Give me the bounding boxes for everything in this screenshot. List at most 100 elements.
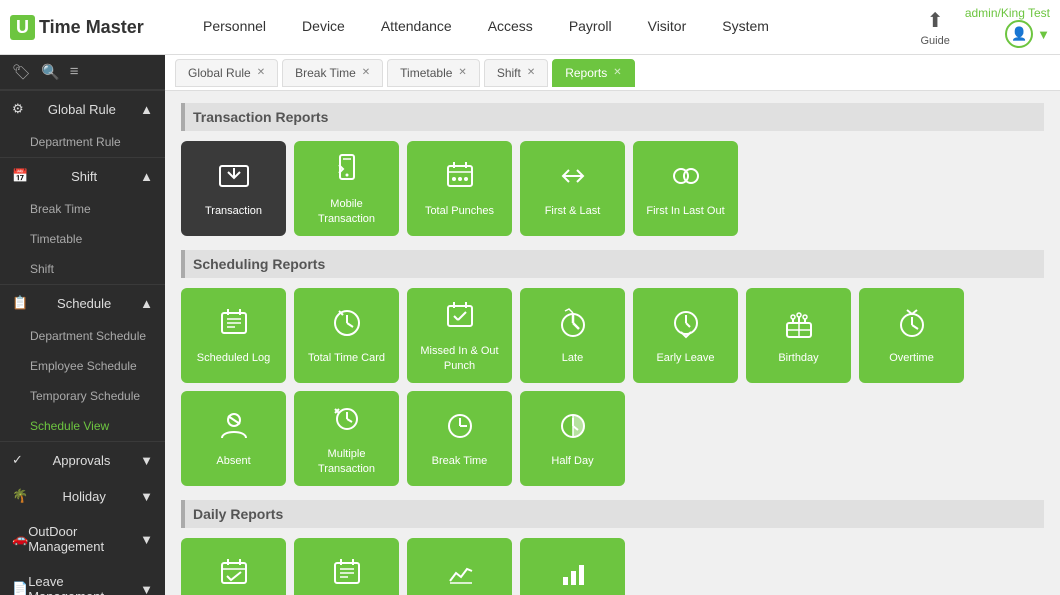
card-label-mobile-transaction: Mobile Transaction	[302, 197, 391, 226]
sidebar-section-schedule[interactable]: 📋 Schedule ▲	[0, 285, 165, 321]
sidebar-label-approvals: Approvals	[53, 453, 111, 468]
top-navigation: U Time Master Personnel Device Attendanc…	[0, 0, 1060, 55]
card-daily-attendance[interactable]: Daily Attendance	[181, 538, 286, 595]
tab-label-break-time: Break Time	[295, 66, 356, 80]
holiday-icon: 🌴	[12, 488, 28, 504]
tab-close-global-rule[interactable]: ✕	[257, 67, 265, 78]
card-late[interactable]: Late	[520, 288, 625, 383]
card-daily-summary[interactable]: Daily Summary	[407, 538, 512, 595]
nav-access[interactable]: Access	[470, 0, 551, 55]
nav-visitor[interactable]: Visitor	[630, 0, 705, 55]
app-logo[interactable]: U Time Master	[10, 15, 165, 40]
card-total-punches[interactable]: Total Punches	[407, 141, 512, 236]
card-early-leave[interactable]: Early Leave	[633, 288, 738, 383]
sidebar-section-outdoor[interactable]: 🚗 OutDoor Management ▼	[0, 514, 165, 564]
nav-payroll[interactable]: Payroll	[551, 0, 630, 55]
sidebar-item-schedule-view[interactable]: Schedule View	[0, 411, 165, 441]
sidebar-item-temporary-schedule[interactable]: Temporary Schedule	[0, 381, 165, 411]
tab-break-time[interactable]: Break Time ✕	[282, 59, 383, 87]
chevron-icon-schedule: ▲	[140, 296, 153, 311]
half-day-icon	[555, 408, 591, 448]
chevron-icon-outdoor: ▼	[140, 532, 153, 547]
scheduled-log-icon	[216, 305, 252, 345]
card-label-missed-in-out: Missed In & Out Punch	[415, 344, 504, 373]
sidebar-item-department-schedule[interactable]: Department Schedule	[0, 321, 165, 351]
sidebar-item-department-rule[interactable]: Department Rule	[0, 127, 165, 157]
card-absent[interactable]: Absent	[181, 391, 286, 486]
main-content: Global Rule ✕ Break Time ✕ Timetable ✕ S…	[165, 55, 1060, 595]
nav-attendance[interactable]: Attendance	[363, 0, 470, 55]
user-controls: 👤 ▼	[1005, 20, 1050, 48]
sidebar-section-global-rule[interactable]: ⚙ Global Rule ▲	[0, 91, 165, 127]
sidebar-label-schedule: Schedule	[57, 296, 111, 311]
nav-device[interactable]: Device	[284, 0, 363, 55]
early-leave-icon	[668, 305, 704, 345]
main-nav: Personnel Device Attendance Access Payro…	[185, 0, 920, 55]
card-birthday[interactable]: Birthday	[746, 288, 851, 383]
card-first-in-last-out[interactable]: First In Last Out	[633, 141, 738, 236]
guide-button[interactable]: ⬆ Guide	[920, 8, 949, 47]
chevron-icon-holiday: ▼	[140, 489, 153, 504]
birthday-icon	[781, 305, 817, 345]
chevron-icon-approvals: ▼	[140, 453, 153, 468]
card-label-total-punches: Total Punches	[425, 204, 494, 218]
first-in-last-out-icon	[668, 158, 704, 198]
card-total-time-card[interactable]: Total Time Card	[294, 288, 399, 383]
tag-icon[interactable]: 🏷	[12, 63, 31, 81]
tab-close-timetable[interactable]: ✕	[458, 67, 466, 78]
nav-right: ⬆ Guide admin/King Test 👤 ▼	[920, 6, 1050, 48]
card-label-first-in-last-out: First In Last Out	[646, 204, 724, 218]
card-label-absent: Absent	[216, 454, 250, 468]
sidebar-section-leave[interactable]: 📄 Leave Management ▼	[0, 564, 165, 595]
sidebar-item-employee-schedule[interactable]: Employee Schedule	[0, 351, 165, 381]
user-name[interactable]: admin/King Test	[965, 6, 1050, 20]
user-avatar[interactable]: 👤	[1005, 20, 1033, 48]
card-scheduled-log[interactable]: Scheduled Log	[181, 288, 286, 383]
card-transaction[interactable]: Transaction	[181, 141, 286, 236]
sidebar-top-icons: 🏷 🔍 ≡	[0, 55, 165, 90]
card-multiple-transaction[interactable]: Multiple Transaction	[294, 391, 399, 486]
overtime-icon	[894, 305, 930, 345]
sidebar-section-approvals[interactable]: ✓ Approvals ▼	[0, 442, 165, 478]
card-missed-in-out[interactable]: Missed In & Out Punch	[407, 288, 512, 383]
settings-icon: ⚙	[12, 101, 24, 117]
guide-label: Guide	[920, 35, 949, 47]
list-icon[interactable]: ≡	[70, 63, 79, 81]
tab-close-shift[interactable]: ✕	[527, 67, 535, 78]
card-first-last[interactable]: First & Last	[520, 141, 625, 236]
chevron-down-icon[interactable]: ▼	[1037, 27, 1050, 42]
sidebar-section-holiday[interactable]: 🌴 Holiday ▼	[0, 478, 165, 514]
sidebar-label-shift: Shift	[71, 169, 97, 184]
sidebar-section-shift[interactable]: 📅 Shift ▲	[0, 158, 165, 194]
schedule-icon: 📋	[12, 295, 28, 311]
tab-close-reports[interactable]: ✕	[613, 67, 621, 78]
mobile-transaction-icon	[329, 151, 365, 191]
chevron-icon-shift: ▲	[140, 169, 153, 184]
sidebar-item-shift[interactable]: Shift	[0, 254, 165, 284]
card-label-scheduled-log: Scheduled Log	[197, 351, 270, 365]
sidebar-item-break-time[interactable]: Break Time	[0, 194, 165, 224]
late-icon	[555, 305, 591, 345]
card-label-late: Late	[562, 351, 583, 365]
card-daily-details[interactable]: Daily Details	[294, 538, 399, 595]
sidebar-item-timetable[interactable]: Timetable	[0, 224, 165, 254]
tab-timetable[interactable]: Timetable ✕	[387, 59, 480, 87]
tab-reports[interactable]: Reports ✕	[552, 59, 634, 87]
nav-personnel[interactable]: Personnel	[185, 0, 284, 55]
card-daily-status[interactable]: Daily Status	[520, 538, 625, 595]
calendar-icon: 📅	[12, 168, 28, 184]
tab-close-break-time[interactable]: ✕	[362, 67, 370, 78]
card-label-break-time: Break Time	[432, 454, 488, 468]
tab-shift[interactable]: Shift ✕	[484, 59, 548, 87]
tab-global-rule[interactable]: Global Rule ✕	[175, 59, 278, 87]
sidebar-label-global-rule: Global Rule	[48, 102, 116, 117]
card-break-time[interactable]: Break Time	[407, 391, 512, 486]
nav-system[interactable]: System	[704, 0, 787, 55]
transaction-icon	[216, 158, 252, 198]
card-mobile-transaction[interactable]: Mobile Transaction	[294, 141, 399, 236]
card-label-early-leave: Early Leave	[656, 351, 714, 365]
outdoor-icon: 🚗	[12, 531, 28, 547]
card-half-day[interactable]: Half Day	[520, 391, 625, 486]
card-overtime[interactable]: Overtime	[859, 288, 964, 383]
search-icon[interactable]: 🔍	[41, 63, 60, 81]
